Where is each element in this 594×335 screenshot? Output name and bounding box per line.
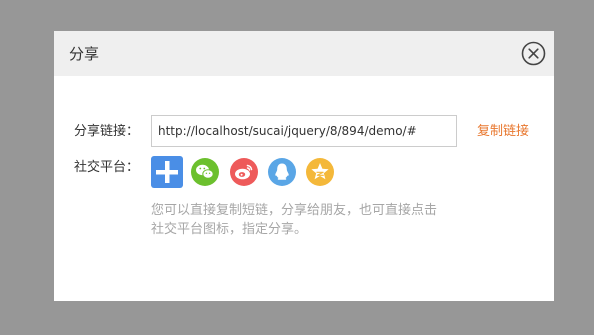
copy-link-button[interactable]: 复制链接: [477, 123, 529, 141]
share-hint-line-2: 社交平台图标，指定分享。: [151, 222, 308, 237]
share-qzone-button[interactable]: [305, 156, 335, 187]
plus-icon: [151, 156, 183, 188]
weibo-icon: [230, 158, 258, 186]
dialog-header: 分享: [54, 31, 554, 76]
share-hint-text: 您可以直接复制短链，分享给朋友，也可直接点击 社交平台图标，指定分享。: [151, 201, 471, 239]
share-qq-button[interactable]: [267, 156, 297, 187]
share-link-label: 分享链接：: [74, 124, 140, 139]
close-button[interactable]: [521, 41, 546, 66]
wechat-icon: [191, 158, 219, 186]
dialog-title: 分享: [69, 45, 100, 63]
qq-icon: [268, 158, 296, 186]
qzone-icon: [306, 158, 334, 186]
close-circle-icon: [521, 41, 546, 66]
share-dialog: 分享 分享链接： 复制链接 社交平台：: [54, 31, 554, 301]
social-platform-label: 社交平台：: [74, 160, 140, 175]
share-wechat-button[interactable]: [190, 156, 220, 187]
share-weibo-button[interactable]: [229, 156, 259, 187]
share-more-button[interactable]: [151, 156, 183, 188]
share-hint-line-1: 您可以直接复制短链，分享给朋友，也可直接点击: [151, 203, 438, 218]
share-url-input[interactable]: [151, 115, 457, 147]
